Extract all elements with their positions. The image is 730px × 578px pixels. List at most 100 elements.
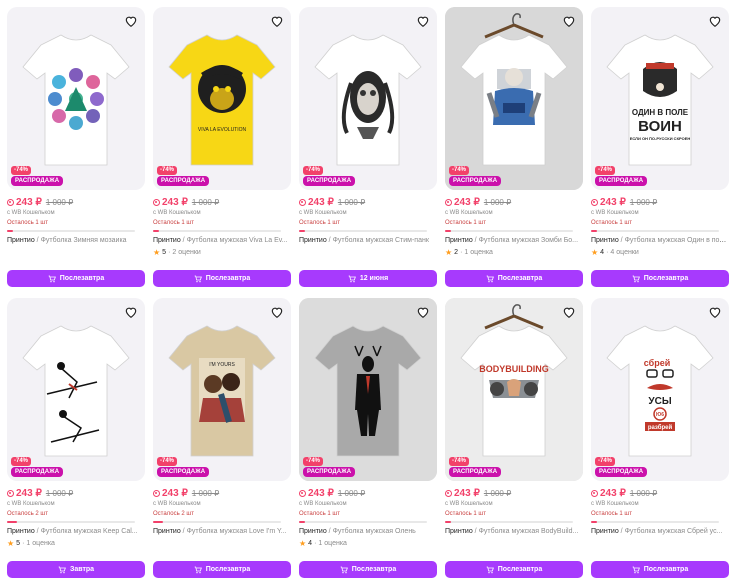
brand-name: Принтио — [7, 237, 35, 244]
favorite-heart-icon[interactable] — [414, 12, 432, 30]
product-title[interactable]: Принтио / Футболка мужская Keep Cal... — [7, 527, 145, 536]
product-image-wrap[interactable]: I'M YOURS -74% РАСПРОДАЖА — [153, 298, 291, 481]
product-image[interactable]: BODYBUILDING — [445, 298, 583, 481]
wallet-icon — [7, 199, 14, 206]
stock-left: Осталось 1 шт — [299, 511, 340, 517]
product-title[interactable]: Принтио / Футболка мужская Один в поле..… — [591, 236, 729, 245]
favorite-heart-icon[interactable] — [706, 303, 724, 321]
product-image-wrap[interactable]: -74% РАСПРОДАЖА — [299, 7, 437, 190]
price-row: 243 ₽1 000 ₽ — [7, 197, 145, 208]
add-to-cart-button[interactable]: Послезавтра — [7, 270, 145, 287]
product-card[interactable]: ОДИН В ПОЛЕ ВОИН ЕСЛИ ОН ПО-РУССКИ СКРОЕН -… — [591, 7, 729, 287]
print-text: I'M YOURS — [209, 362, 235, 368]
badges: -74% РАСПРОДАЖА — [157, 457, 210, 477]
stock-bar — [445, 521, 573, 523]
product-image[interactable] — [7, 7, 145, 190]
add-to-cart-button[interactable]: Послезавтра — [445, 270, 583, 287]
stock-bar-fill — [445, 521, 452, 523]
price-row: 243 ₽1 000 ₽ — [445, 197, 583, 208]
price-row: 243 ₽1 000 ₽ — [299, 488, 437, 499]
reviews-count: 4 оценки — [610, 249, 639, 256]
rating-dot: · — [460, 249, 463, 256]
rating: ★ 4 · 1 оценка — [299, 539, 437, 548]
print-line2: УСЫ — [648, 396, 671, 407]
product-image[interactable] — [7, 298, 145, 481]
stock-bar-fill — [153, 230, 160, 232]
product-card[interactable]: I'M YOURS -74% РАСПРОДАЖА 243 ₽1 000 ₽ с WB … — [153, 298, 291, 578]
product-image-wrap[interactable]: ОДИН В ПОЛЕ ВОИН ЕСЛИ ОН ПО-РУССКИ СКРОЕН -… — [591, 7, 729, 190]
product-image-wrap[interactable]: сбрей УСЫ Ю6 разбрей -74% РАСПРОДАЖА — [591, 298, 729, 481]
product-title[interactable]: Принтио / Футболка мужская Зомби Бо... — [445, 236, 583, 245]
product-image-wrap[interactable]: -74% РАСПРОДАЖА — [445, 7, 583, 190]
product-card[interactable]: -74% РАСПРОДАЖА 243 ₽1 000 ₽ с WB Кошельком… — [7, 7, 145, 287]
product-image[interactable] — [445, 7, 583, 190]
add-to-cart-button[interactable]: Послезавтра — [299, 561, 437, 578]
favorite-heart-icon[interactable] — [268, 303, 286, 321]
wallet-icon — [299, 199, 306, 206]
print-text: VIVA LA EVOLUTION — [198, 127, 247, 133]
sale-badge: РАСПРОДАЖА — [595, 467, 648, 477]
favorite-heart-icon[interactable] — [268, 12, 286, 30]
product-title[interactable]: Принтио / Футболка мужская Viva La Ev... — [153, 236, 291, 245]
product-card[interactable]: -74% РАСПРОДАЖА 243 ₽1 000 ₽ с WB Кошельком… — [7, 298, 145, 578]
discount-badge: -74% — [11, 166, 32, 175]
product-image[interactable]: ОДИН В ПОЛЕВОИНЕСЛИ ОН ПО-РУССКИ СКРОЕН — [591, 7, 729, 190]
product-image-wrap[interactable]: VIVA LA EVOLUTION -74% РАСПРОДАЖА — [153, 7, 291, 190]
add-to-cart-button[interactable]: Послезавтра — [445, 561, 583, 578]
cart-icon — [348, 275, 356, 283]
product-card[interactable]: BODYBUILDING -74% РАСПРОДАЖА 243 ₽1 000 ₽ с … — [445, 298, 583, 578]
product-image-wrap[interactable]: -74% РАСПРОДАЖА — [7, 7, 145, 190]
rating: ★ 5 · 1 оценка — [7, 539, 145, 548]
add-to-cart-button[interactable]: Послезавтра — [591, 270, 729, 287]
product-image[interactable]: VIVA LA EVOLUTION — [153, 7, 291, 190]
favorite-heart-icon[interactable] — [560, 12, 578, 30]
wallet-note: с WB Кошельком — [591, 210, 639, 216]
sale-badge: РАСПРОДАЖА — [449, 467, 502, 477]
add-to-cart-button[interactable]: 12 июня — [299, 270, 437, 287]
add-to-cart-button[interactable]: Завтра — [7, 561, 145, 578]
product-title[interactable]: Принтио / Футболка мужская Стим-панк — [299, 236, 437, 245]
discount-badge: -74% — [157, 166, 178, 175]
product-title[interactable]: Принтио / Футболка мужская BodyBuild... — [445, 527, 583, 536]
old-price: 1 000 ₽ — [483, 489, 512, 498]
stock-left: Осталось 2 шт — [7, 511, 48, 517]
favorite-heart-icon[interactable] — [560, 303, 578, 321]
product-image[interactable] — [299, 298, 437, 481]
wallet-note: с WB Кошельком — [153, 501, 201, 507]
stock-bar-fill — [591, 230, 598, 232]
stock-left: Осталось 1 шт — [153, 220, 194, 226]
product-title[interactable]: Принтио / Футболка мужская Олень — [299, 527, 437, 536]
product-image-wrap[interactable]: -74% РАСПРОДАЖА — [7, 298, 145, 481]
wallet-note: с WB Кошельком — [299, 210, 347, 216]
favorite-heart-icon[interactable] — [122, 303, 140, 321]
discount-badge: -74% — [157, 457, 178, 466]
product-card[interactable]: VIVA LA EVOLUTION -74% РАСПРОДАЖА 243 ₽1 00… — [153, 7, 291, 287]
add-to-cart-button[interactable]: Послезавтра — [591, 561, 729, 578]
product-image-wrap[interactable]: BODYBUILDING -74% РАСПРОДАЖА — [445, 298, 583, 481]
product-title[interactable]: Принтио / Футболка мужская Сбрей ус... — [591, 527, 729, 536]
product-image-wrap[interactable]: -74% РАСПРОДАЖА — [299, 298, 437, 481]
product-card[interactable]: сбрей УСЫ Ю6 разбрей -74% РАСПРОДАЖА 243 ₽1 00… — [591, 298, 729, 578]
product-card[interactable]: -74% РАСПРОДАЖА 243 ₽1 000 ₽ с WB Кошельком… — [445, 7, 583, 287]
stock-bar-fill — [445, 230, 452, 232]
old-price: 1 000 ₽ — [45, 198, 74, 207]
favorite-heart-icon[interactable] — [706, 12, 724, 30]
product-image[interactable]: I'M YOURS — [153, 298, 291, 481]
delivery-label: Послезавтра — [497, 275, 543, 282]
product-title[interactable]: Принтио / Футболка Зимняя мозаика — [7, 236, 145, 245]
favorite-heart-icon[interactable] — [122, 12, 140, 30]
discount-badge: -74% — [303, 457, 324, 466]
product-card[interactable]: -74% РАСПРОДАЖА 243 ₽1 000 ₽ с WB Кошельком… — [299, 298, 437, 578]
sale-badge: РАСПРОДАЖА — [303, 176, 356, 186]
product-card[interactable]: -74% РАСПРОДАЖА 243 ₽1 000 ₽ с WB Кошельком… — [299, 7, 437, 287]
rating: ★ 4 · 4 оценки — [591, 248, 729, 257]
product-title[interactable]: Принтио / Футболка мужская Love I'm Y... — [153, 527, 291, 536]
favorite-heart-icon[interactable] — [414, 303, 432, 321]
add-to-cart-button[interactable]: Послезавтра — [153, 270, 291, 287]
add-to-cart-button[interactable]: Послезавтра — [153, 561, 291, 578]
product-image[interactable]: сбрей УСЫ Ю6 разбрей — [591, 298, 729, 481]
stock-bar — [7, 521, 135, 523]
old-price: 1 000 ₽ — [629, 489, 658, 498]
discount-badge: -74% — [11, 457, 32, 466]
product-image[interactable] — [299, 7, 437, 190]
